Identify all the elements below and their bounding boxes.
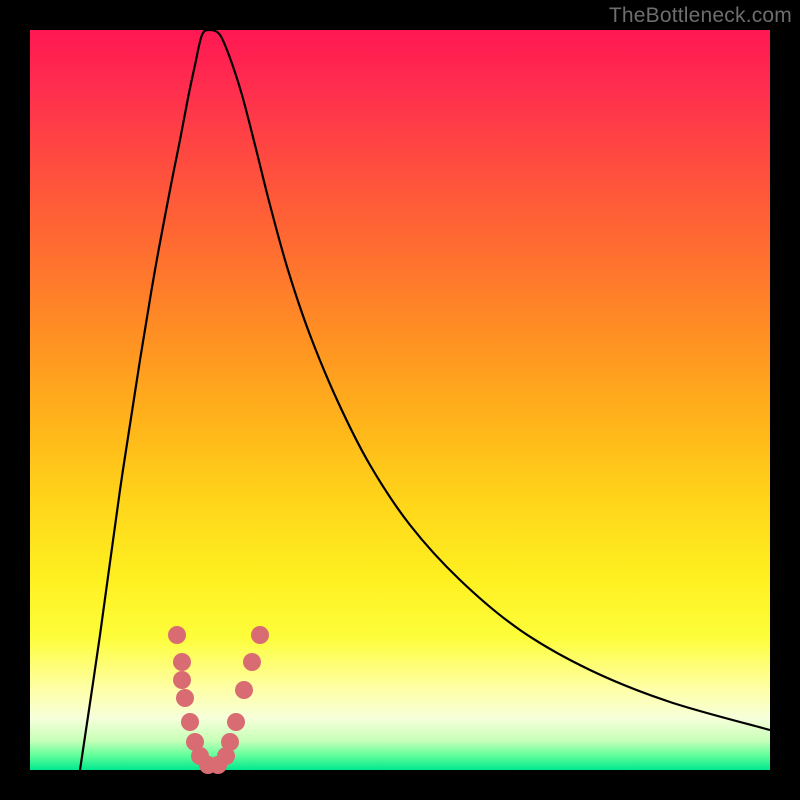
data-dot — [235, 681, 253, 699]
data-dot — [168, 626, 186, 644]
data-dot — [251, 626, 269, 644]
data-dot — [243, 653, 261, 671]
data-dot — [173, 653, 191, 671]
data-dot — [227, 713, 245, 731]
data-dot — [176, 689, 194, 707]
data-dot — [221, 733, 239, 751]
watermark-text: TheBottleneck.com — [609, 4, 792, 28]
chart-svg — [30, 30, 770, 770]
data-dot — [181, 713, 199, 731]
chart-frame: TheBottleneck.com — [0, 0, 800, 800]
data-dot — [173, 671, 191, 689]
plot-area — [30, 30, 770, 770]
data-dots — [168, 626, 269, 774]
